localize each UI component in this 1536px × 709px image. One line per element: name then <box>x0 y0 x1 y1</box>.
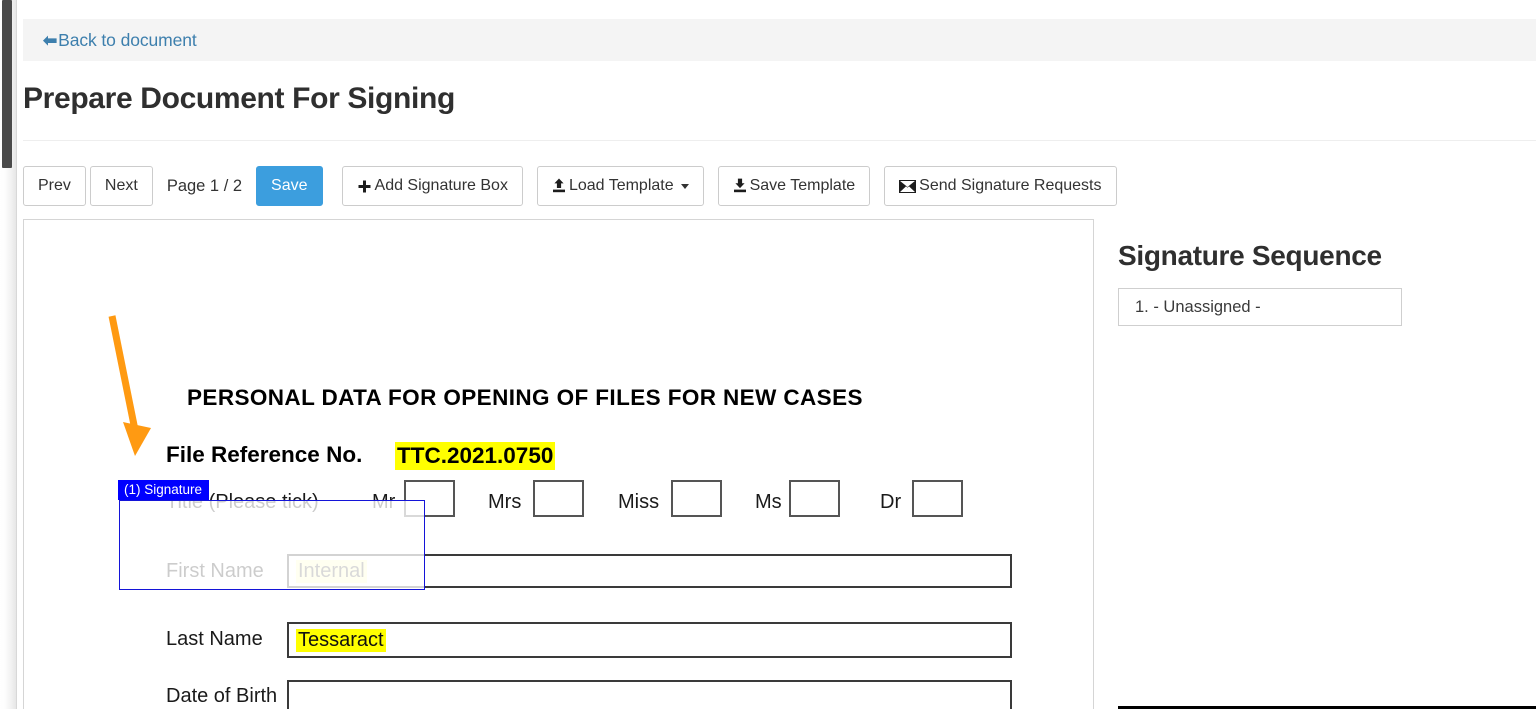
save-button[interactable]: Save <box>256 166 323 206</box>
plus-icon <box>357 179 372 194</box>
date-of-birth-field[interactable] <box>287 680 1012 709</box>
title-option-mrs-label: Mrs <box>488 491 522 513</box>
signature-box-label[interactable]: (1) Signature <box>118 480 210 500</box>
add-signature-box-label: Add Signature Box <box>374 177 508 194</box>
chevron-down-icon <box>680 183 689 189</box>
date-of-birth-label: Date of Birth <box>166 685 278 707</box>
page-scrollbar-thumb[interactable] <box>2 0 12 168</box>
add-signature-box-button[interactable]: Add Signature Box <box>341 166 523 206</box>
load-template-label: Load Template <box>568 177 674 194</box>
save-label: Save <box>271 177 308 194</box>
arrow-left-icon: ⬅ <box>43 30 58 50</box>
document-heading: PERSONAL DATA FOR OPENING OF FILES FOR N… <box>187 385 863 410</box>
signature-sequence-panel: Signature Sequence 1. - Unassigned - <box>1118 240 1518 326</box>
back-to-document-label: Back to document <box>58 29 197 50</box>
download-icon <box>733 178 747 194</box>
title-option-ms-checkbox[interactable] <box>789 480 840 517</box>
send-signature-requests-label: Send Signature Requests <box>919 177 1102 194</box>
save-template-button[interactable]: Save Template <box>717 166 871 206</box>
send-signature-requests-button[interactable]: Send Signature Requests <box>884 166 1117 206</box>
load-template-button[interactable]: Load Template <box>536 166 704 206</box>
upload-icon <box>552 178 566 194</box>
page-scrollbar[interactable] <box>0 0 17 709</box>
prev-page-label: Prev <box>38 177 71 194</box>
app-root: Prev Next Page 1 / 2 Save Add Signature … <box>0 0 1536 709</box>
title-option-ms-label: Ms <box>755 491 782 513</box>
last-name-label: Last Name <box>166 628 263 650</box>
file-reference-value: TTC.2021.0750 <box>395 442 556 470</box>
signature-sequence-item-label: 1. - Unassigned - <box>1135 297 1261 316</box>
last-name-value: Tessaract <box>296 629 386 652</box>
document-toolbar: Prev Next Page 1 / 2 Save Add Signature … <box>23 166 1117 206</box>
save-template-label: Save Template <box>749 177 856 194</box>
last-name-field[interactable] <box>287 622 1012 658</box>
title-option-mrs-checkbox[interactable] <box>533 480 584 517</box>
signature-placement-box[interactable] <box>119 500 425 590</box>
title-option-miss-label: Miss <box>618 491 660 513</box>
title-divider <box>23 140 1536 141</box>
envelope-icon <box>899 179 917 193</box>
page-indicator: Page 1 / 2 <box>166 176 243 195</box>
back-to-document-link[interactable]: ⬅ Back to document <box>43 30 197 51</box>
next-page-button[interactable]: Next <box>89 166 153 206</box>
document-viewer-panel[interactable]: PERSONAL DATA FOR OPENING OF FILES FOR N… <box>23 219 1094 709</box>
next-page-label: Next <box>104 177 138 194</box>
document-page-canvas[interactable]: PERSONAL DATA FOR OPENING OF FILES FOR N… <box>24 220 1093 709</box>
title-option-dr-label: Dr <box>880 491 902 513</box>
arrow-down-annotation-icon <box>108 315 151 456</box>
prev-page-button[interactable]: Prev <box>23 166 86 206</box>
title-option-miss-checkbox[interactable] <box>671 480 722 517</box>
back-to-document-bar: ⬅ Back to document <box>23 19 1536 61</box>
file-reference-label: File Reference No. <box>166 442 363 467</box>
page-title: Prepare Document For Signing <box>23 82 455 115</box>
title-option-dr-checkbox[interactable] <box>912 480 963 517</box>
signature-sequence-title: Signature Sequence <box>1118 240 1382 271</box>
signature-sequence-item-1[interactable]: 1. - Unassigned - <box>1118 288 1402 326</box>
